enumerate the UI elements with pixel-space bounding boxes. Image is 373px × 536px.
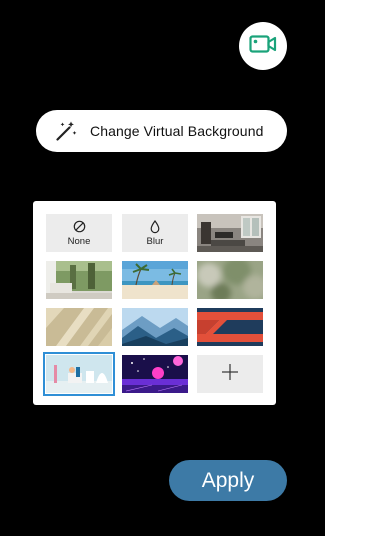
no-symbol-icon bbox=[73, 220, 86, 234]
background-sunlit-blinds[interactable] bbox=[46, 308, 112, 346]
background-living-room[interactable] bbox=[197, 214, 263, 252]
background-blue-mountains[interactable] bbox=[122, 308, 188, 346]
background-beach-palms[interactable] bbox=[122, 261, 188, 299]
background-room-forest-view[interactable] bbox=[46, 261, 112, 299]
camera-button[interactable] bbox=[239, 22, 287, 70]
background-picker: None Blur bbox=[33, 201, 276, 405]
self-view-panel: Change Virtual Background None Blur Appl… bbox=[0, 0, 325, 536]
droplet-icon bbox=[150, 219, 160, 234]
add-background-button[interactable] bbox=[197, 355, 263, 393]
change-virtual-background-button[interactable]: Change Virtual Background bbox=[36, 110, 287, 152]
plus-icon bbox=[221, 363, 239, 386]
background-none-option[interactable]: None bbox=[46, 214, 112, 252]
background-red-orange-stripes[interactable] bbox=[197, 308, 263, 346]
background-purple-space[interactable] bbox=[122, 355, 188, 393]
change-virtual-background-label: Change Virtual Background bbox=[90, 123, 264, 139]
video-camera-icon bbox=[249, 34, 277, 59]
background-blur-option[interactable]: Blur bbox=[122, 214, 188, 252]
blur-label: Blur bbox=[146, 235, 164, 247]
background-blurred-greenery[interactable] bbox=[197, 261, 263, 299]
none-label: None bbox=[67, 235, 91, 247]
apply-button[interactable]: Apply bbox=[169, 460, 287, 501]
magic-wand-icon bbox=[54, 119, 78, 143]
background-pastel-3d-scene[interactable] bbox=[43, 352, 115, 396]
